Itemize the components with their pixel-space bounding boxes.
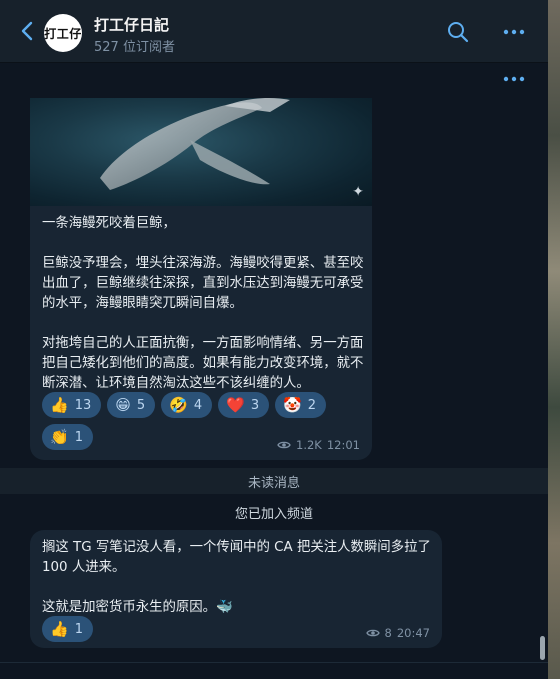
channel-post[interactable]: ✦ 一条海鳗死咬着巨鲸， 巨鲸没予理会，埋头往深海游。海鳗咬得更紧、甚至咬出血了…	[30, 98, 372, 460]
more-options-icon[interactable]	[502, 20, 526, 44]
channel-title[interactable]: 打工仔日記	[94, 14, 169, 35]
views-eye-icon	[365, 629, 380, 637]
telegram-window: 打工仔 打工仔日記 527 位订阅者 ✦ 一条海鳗死咬着巨鲸， 巨鲸没予理会，埋…	[0, 0, 549, 679]
reaction-count: 5	[136, 397, 146, 413]
reaction-grin[interactable]: 😁 5	[107, 392, 156, 418]
view-count: 8	[384, 626, 392, 640]
view-count: 1.2K	[296, 438, 322, 452]
reaction-clap[interactable]: 👏 1	[42, 424, 93, 450]
back-arrow-icon[interactable]	[18, 20, 38, 42]
whale-photo[interactable]: ✦	[30, 98, 372, 206]
pinned-more-icon[interactable]	[502, 72, 526, 86]
rofl-icon: 🤣	[169, 396, 188, 414]
reaction-heart[interactable]: ❤️ 3	[218, 392, 270, 418]
views-eye-icon	[277, 441, 291, 449]
unread-messages-divider: 未读消息	[0, 468, 548, 494]
post-meta: 8 20:47	[365, 626, 430, 640]
search-icon[interactable]	[446, 20, 470, 44]
reaction-count: 13	[74, 397, 92, 413]
desktop-background-strip	[548, 0, 560, 679]
post-text: 搁这 TG 写笔记没人看，一个传闻中的 CA 把关注人数瞬间多拉了 100 人进…	[42, 540, 431, 615]
chat-scrollbar[interactable]	[540, 636, 545, 660]
channel-avatar[interactable]: 打工仔	[44, 14, 82, 52]
clown-icon: 🤡	[283, 396, 302, 414]
reaction-count: 4	[193, 397, 203, 413]
post-time: 20:47	[396, 626, 430, 640]
thumbs-up-icon: 👍	[50, 620, 69, 638]
reaction-count: 1	[74, 621, 83, 637]
grin-icon: 😁	[115, 396, 131, 414]
heart-icon: ❤️	[226, 396, 245, 414]
subscriber-count: 527 位订阅者	[94, 40, 175, 55]
reaction-count: 2	[307, 397, 317, 413]
chat-header: 打工仔 打工仔日記 527 位订阅者	[0, 0, 548, 63]
reaction-thumbs-up[interactable]: 👍 1	[42, 616, 93, 642]
composer-edge	[0, 662, 548, 679]
reaction-count: 1	[74, 429, 83, 445]
reaction-thumbs-up[interactable]: 👍 13	[42, 392, 102, 418]
sparkle-icon: ✦	[352, 184, 364, 200]
reaction-bar: 👍 1	[42, 616, 372, 642]
post-text: 一条海鳗死咬着巨鲸， 巨鲸没予理会，埋头往深海游。海鳗咬得更紧、甚至咬出血了，巨…	[42, 216, 364, 391]
joined-channel-notice: 您已加入频道	[234, 507, 313, 522]
thumbs-up-icon: 👍	[50, 396, 69, 414]
post-meta: 1.2K 12:01	[277, 438, 360, 452]
reaction-clown[interactable]: 🤡 2	[275, 392, 327, 418]
channel-post[interactable]: 搁这 TG 写笔记没人看，一个传闻中的 CA 把关注人数瞬间多拉了 100 人进…	[30, 530, 442, 648]
reaction-rofl[interactable]: 🤣 4	[161, 392, 213, 418]
reaction-count: 3	[250, 397, 260, 413]
clap-icon: 👏	[50, 428, 69, 446]
whale-image-art	[100, 98, 290, 190]
post-time: 12:01	[326, 438, 360, 452]
